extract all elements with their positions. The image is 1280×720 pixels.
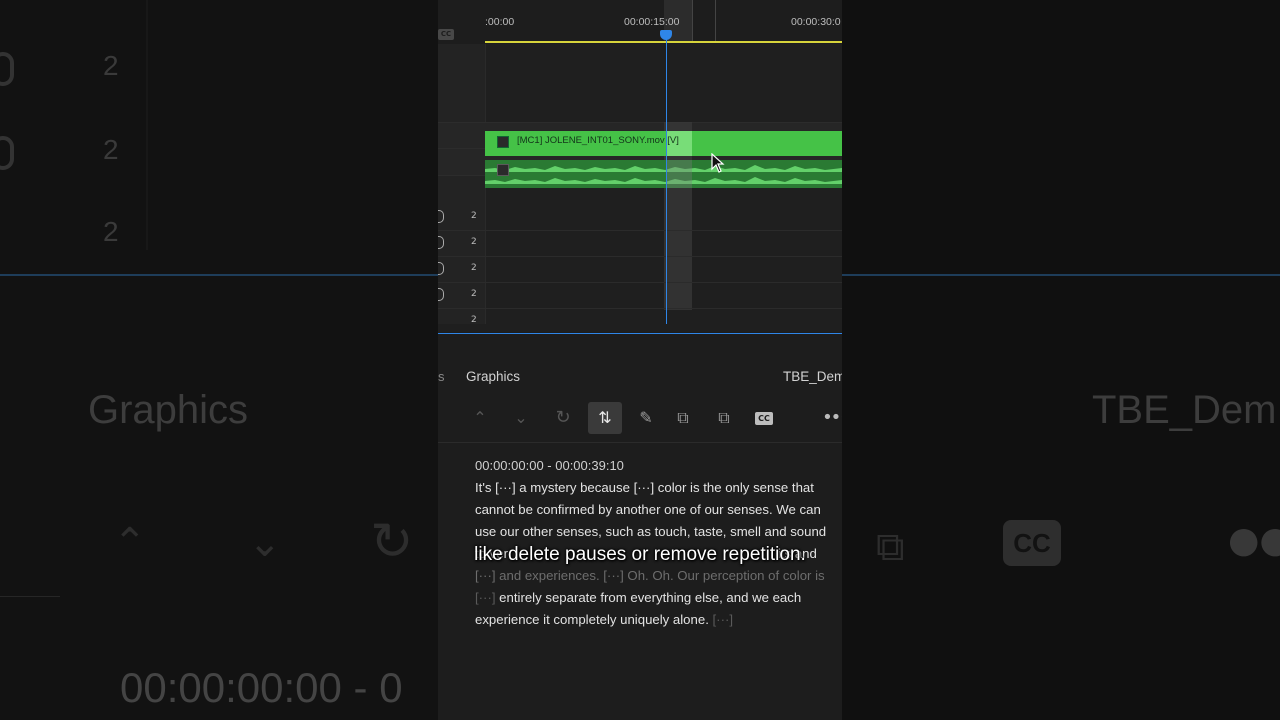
refresh-icon: ↻ [370, 512, 414, 572]
background-graphics-label: Graphics [88, 388, 249, 432]
audio-track-header: 2 [438, 256, 842, 283]
transcript-line: cannot be confirmed by another one of ou… [475, 502, 821, 517]
mic-icon[interactable] [438, 288, 444, 301]
ruler-tick: 00:00:15:00 [624, 16, 680, 28]
clip-name: [MC1] JOLENE_INT01_SONY.mov [V] [517, 135, 679, 146]
pause-marker[interactable]: [···] [709, 612, 734, 627]
transcript-timestamp: 00:00:00:00 - 00:00:39:10 [475, 458, 624, 473]
cc-icon[interactable]: CC [438, 29, 454, 40]
audio-track-header: 2 [438, 230, 842, 257]
transcript-line: [···] and experiences. [···] Oh. Oh. Our… [475, 568, 825, 583]
audio-track-header: 2 [438, 204, 842, 231]
audio-track-header: 2 [438, 308, 842, 334]
ruler-marker [692, 0, 693, 42]
transcript-fragment: experience it completely uniquely alone. [475, 612, 709, 627]
align-icon[interactable]: ⇅ [588, 402, 622, 434]
track-number: 2 [471, 211, 477, 221]
panel-focus-border [438, 333, 842, 334]
premiere-panel: :00:00 00:00:15:00 00:00:30:0 CC [MC1] J… [438, 0, 842, 720]
background-track-number: 2 [103, 134, 119, 165]
chevron-up-icon[interactable]: ⌃ [463, 402, 497, 434]
video-caption: like delete pauses or remove repetition. [474, 544, 806, 565]
transcript-line: It's [···] a mystery because [···] color… [475, 480, 814, 495]
more-icon: ●●● [1228, 520, 1280, 561]
tab-graphics[interactable]: Graphics [466, 369, 520, 384]
background-divider [0, 596, 60, 597]
time-ruler[interactable]: :00:00 00:00:15:00 00:00:30:0 CC [438, 0, 842, 44]
cc-icon[interactable]: CC [747, 402, 781, 434]
chevron-up-icon: ⌃ [113, 520, 147, 566]
background-left-panel [0, 0, 438, 720]
mic-icon [0, 136, 14, 170]
track-number: 2 [471, 237, 477, 247]
mic-icon[interactable] [438, 262, 444, 275]
audio-track-header: 2 [438, 282, 842, 309]
track-number: 2 [471, 263, 477, 273]
transcript-fragment: entirely separate from everything else, … [495, 590, 802, 605]
ruler-tick: :00:00 [485, 16, 515, 28]
transcript-toolbar: ⌃ ⌄ ↻ ⇅ ✎ ⧉ ⧉ CC ••• [438, 396, 842, 443]
cc-icon-label: CC [755, 412, 773, 425]
track-number: 2 [471, 315, 477, 325]
waveform [485, 160, 842, 188]
sequence-name[interactable]: TBE_Dem [783, 369, 842, 384]
audio-clip[interactable] [485, 160, 842, 188]
split-icon[interactable]: ⧉ [666, 402, 700, 434]
merge-icon: ⧉ [876, 524, 905, 570]
chevron-down-icon[interactable]: ⌄ [504, 402, 538, 434]
mic-icon [0, 52, 14, 86]
pause-marker[interactable]: [···] [475, 590, 496, 605]
mic-icon[interactable] [438, 236, 444, 249]
background-track-number: 2 [103, 216, 119, 247]
ruler-tick: 00:00:30:0 [791, 16, 841, 28]
fx-icon [497, 164, 509, 176]
background-divider [146, 0, 148, 250]
background-sequence-label: TBE_Dem [1092, 388, 1277, 432]
chevron-down-icon: ⌄ [248, 520, 282, 566]
transcript-text[interactable]: 00:00:00:00 - 00:00:39:10 It's [···] a m… [475, 455, 835, 631]
background-timecode: 00:00:00:00 - 0 [120, 664, 403, 711]
playhead-line[interactable] [666, 36, 667, 324]
ruler-marker [715, 0, 716, 42]
partial-tab[interactable]: s [438, 369, 445, 384]
background-right-panel [842, 0, 1280, 720]
more-icon[interactable]: ••• [818, 402, 842, 434]
mouse-cursor-icon [711, 153, 725, 173]
background-track-number: 2 [103, 50, 119, 81]
work-area-bar[interactable] [485, 41, 842, 43]
fx-icon [497, 136, 509, 148]
refresh-icon[interactable]: ↻ [546, 402, 580, 434]
panel-header: s Graphics TBE_Dem [438, 362, 842, 390]
transcript-line: use our other senses, such as touch, tas… [475, 524, 827, 539]
transcript-line: experience it completely uniquely alone.… [475, 609, 835, 631]
video-clip[interactable]: [MC1] JOLENE_INT01_SONY.mov [V] [485, 131, 842, 156]
pencil-icon[interactable]: ✎ [629, 402, 663, 434]
mic-icon[interactable] [438, 210, 444, 223]
track-number: 2 [471, 289, 477, 299]
transcript-line: [···] entirely separate from everything … [475, 587, 835, 609]
cc-icon: CC [1003, 520, 1061, 566]
merge-icon[interactable]: ⧉ [707, 402, 741, 434]
